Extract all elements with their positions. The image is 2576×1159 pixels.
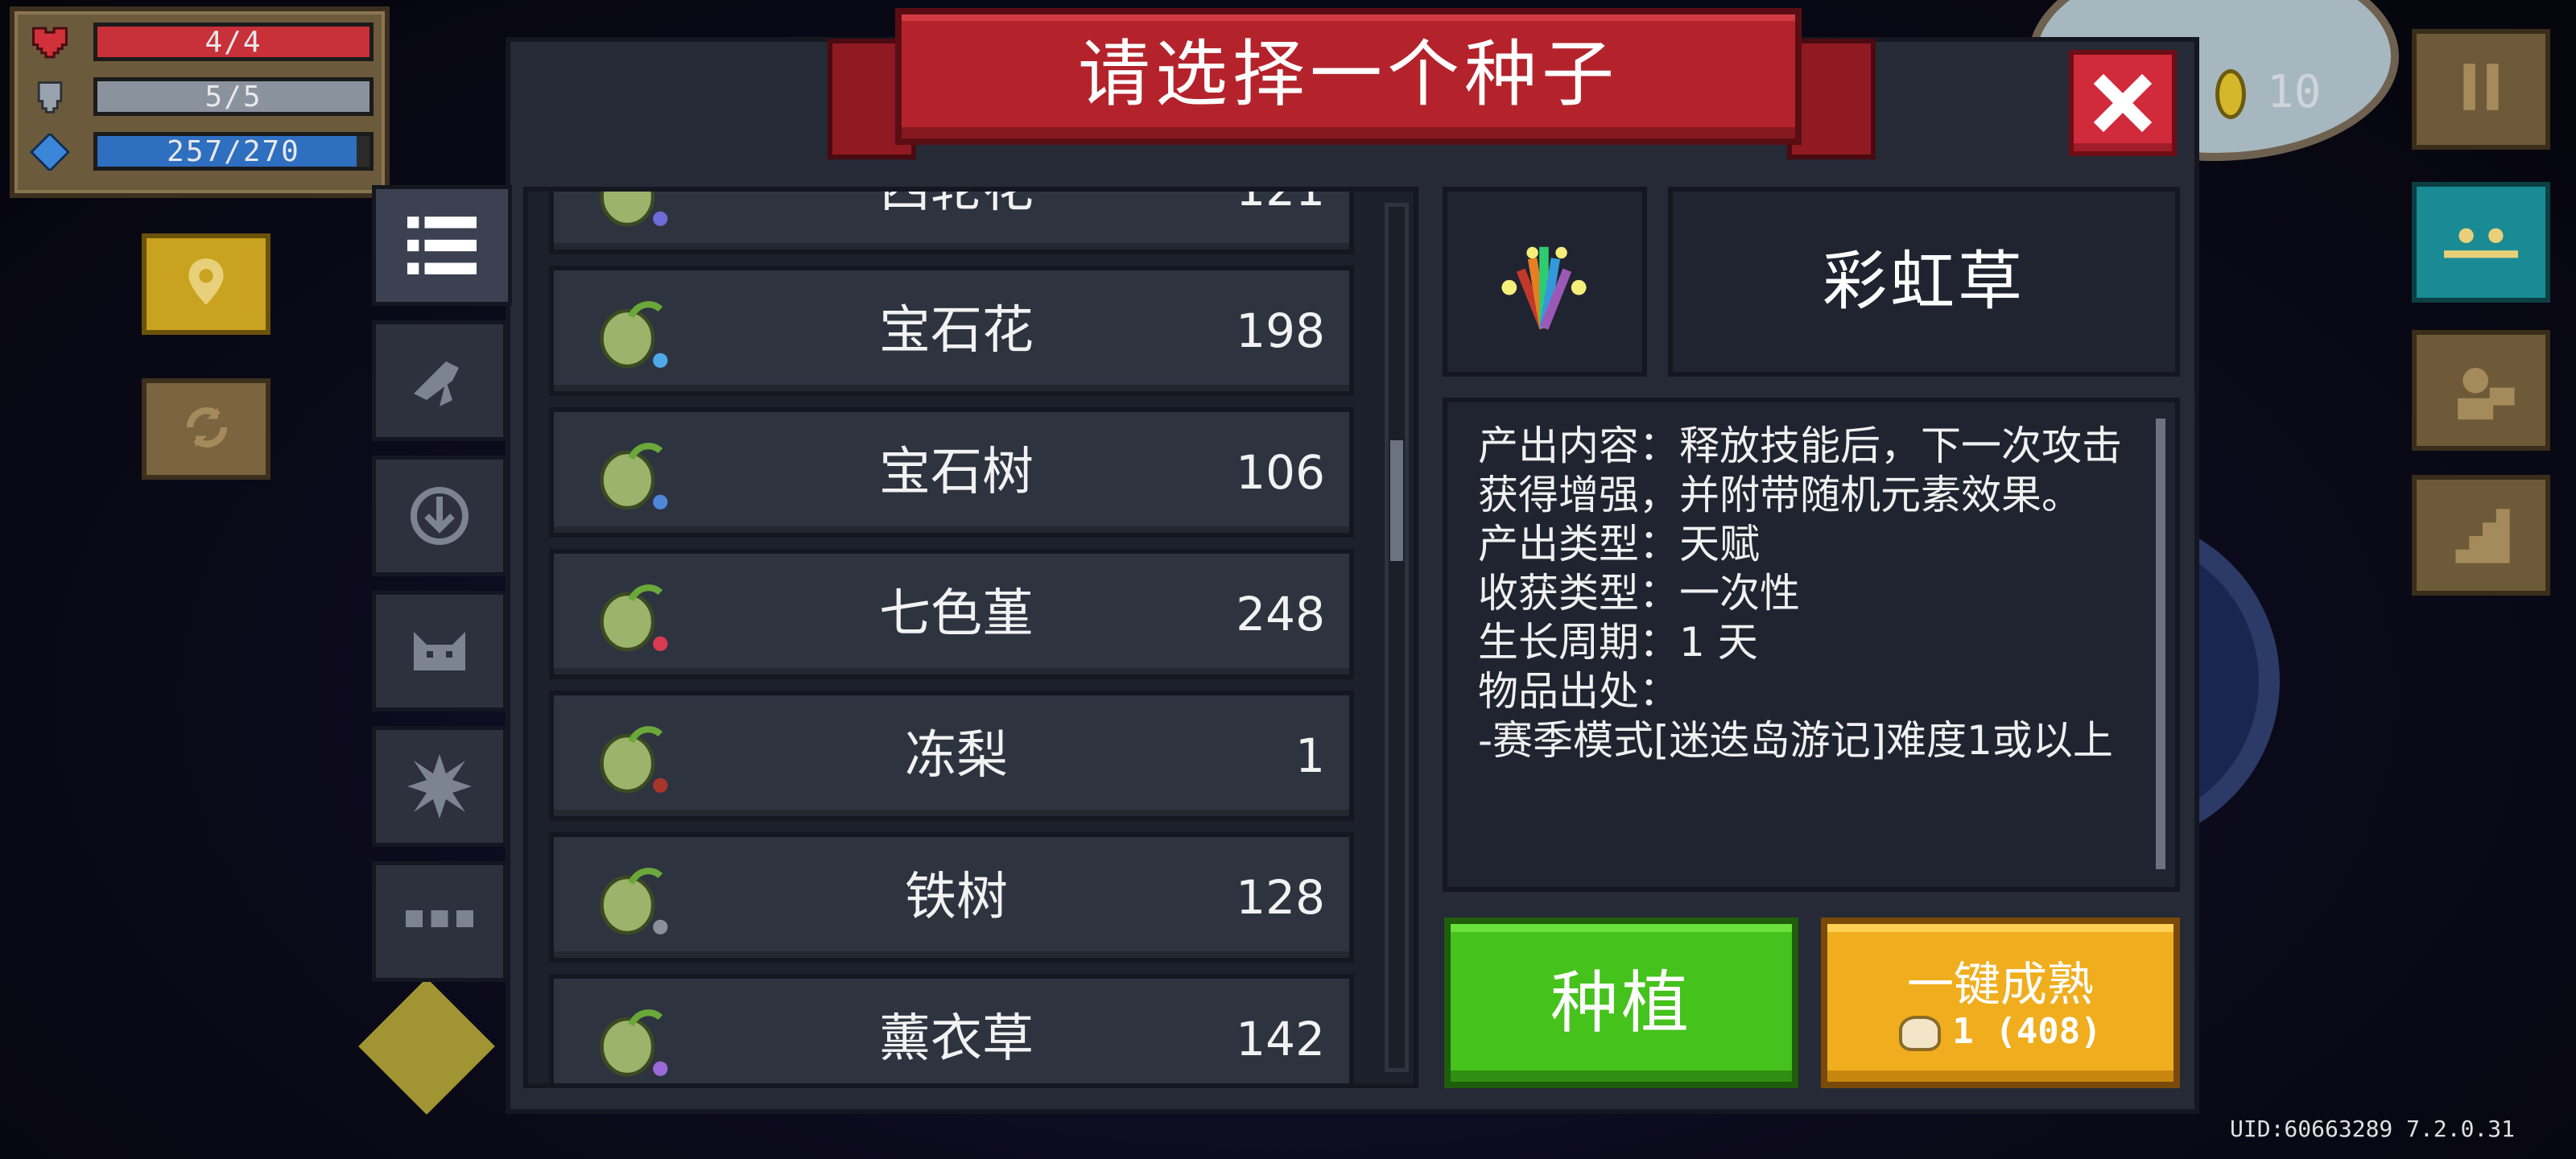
seed-row[interactable]: 西轮花 121 (549, 187, 1354, 254)
selected-seed-name: 彩虹草 (1823, 244, 2025, 319)
seed-icon (600, 301, 668, 369)
rainbow-grass-icon (1501, 246, 1587, 330)
tab-more[interactable] (372, 861, 507, 982)
dialog-title: 请选择一个种子 (1078, 32, 1619, 117)
shield-icon (37, 81, 63, 113)
selected-seed-title-box: 彩虹草 (1668, 187, 2180, 377)
shield-arrow-icon (411, 487, 469, 545)
seed-row[interactable]: 宝石树 106 (549, 407, 1354, 538)
seed-row[interactable]: 冻梨 1 (549, 691, 1354, 821)
seed-count: 1 (1295, 728, 1325, 783)
description-scrollbar[interactable] (2156, 419, 2165, 869)
refresh-button[interactable] (142, 378, 270, 480)
energy-text: 257/270 (167, 135, 300, 168)
seed-name: 铁树 (905, 868, 1008, 927)
tab-shield-arrow[interactable] (372, 456, 507, 576)
seed-row[interactable]: 宝石花 198 (549, 266, 1354, 396)
seed-name: 七色堇 (879, 584, 1034, 644)
pause-button[interactable] (2412, 29, 2550, 150)
seed-name: 宝石树 (879, 443, 1034, 502)
plant-button[interactable]: 种植 (1444, 918, 1798, 1088)
coin-count: 10 (2267, 66, 2322, 118)
instant-ripen-button[interactable]: 一键成熟 1 (408) (1821, 918, 2180, 1088)
hp-bar: 4/4 (93, 23, 374, 61)
seed-count: 248 (1236, 587, 1325, 641)
selected-seed-icon-box (1443, 187, 1647, 377)
background-star (358, 978, 495, 1115)
armor-row: 5/5 (27, 74, 375, 119)
seed-count: 121 (1236, 187, 1325, 217)
uid-version-text: UID:60663289 7.2.0.31 (2230, 1116, 2516, 1142)
burst-icon (407, 754, 472, 819)
armor-text: 5/5 (204, 80, 262, 113)
cat-icon (414, 632, 465, 670)
seed-icon (600, 726, 668, 794)
seed-icon (600, 443, 668, 510)
seed-row[interactable]: 薰衣草 142 (549, 974, 1354, 1083)
seed-list[interactable]: 西轮花 121 宝石花 198 宝石树 106 七色堇 248 冻梨 1 铁树 128 薰衣草 142 (523, 187, 1418, 1088)
profile-button[interactable] (2412, 330, 2550, 451)
stairs-icon (2455, 509, 2510, 563)
hp-text: 4/4 (204, 26, 262, 59)
instant-ripen-cost-text: 1 (408) (1952, 1011, 2102, 1052)
seed-list-scrollbar[interactable] (1385, 203, 1409, 1072)
seed-name: 冻梨 (905, 726, 1008, 786)
refresh-icon (186, 407, 228, 448)
seed-count: 128 (1236, 870, 1325, 925)
energy-crystal-icon (30, 134, 70, 171)
seed-row[interactable]: 七色堇 248 (549, 549, 1354, 679)
seed-icon (600, 192, 668, 227)
fertilizer-bag-icon (1899, 1016, 1942, 1051)
activity-icon (2444, 228, 2518, 258)
tab-skill[interactable] (372, 726, 507, 847)
seed-name: 宝石花 (879, 301, 1034, 361)
more-icon (406, 910, 473, 927)
seed-name: 西轮花 (879, 187, 1034, 219)
tab-pet[interactable] (372, 591, 507, 711)
hp-row: 4/4 (27, 19, 375, 64)
plant-button-label: 种植 (1550, 963, 1692, 1042)
profile-icon (2458, 367, 2515, 420)
map-marker-icon (188, 258, 224, 305)
map-marker-button[interactable] (142, 233, 270, 335)
dialog-title-banner: 请选择一个种子 (895, 8, 1802, 145)
seed-icon (600, 584, 668, 652)
heart-icon (32, 27, 68, 59)
instant-ripen-cost: 1 (408) (1827, 1011, 2174, 1052)
tab-weapon[interactable] (372, 320, 507, 441)
energy-bar: 257/270 (93, 132, 374, 171)
instant-ripen-label: 一键成熟 (1906, 957, 2094, 1012)
seed-count: 142 (1236, 1012, 1325, 1066)
selected-seed-description-box[interactable]: 产出内容：释放技能后，下一次攻击获得增强，并附带随机元素效果。 产出类型：天赋 … (1443, 398, 2180, 892)
close-icon (2093, 73, 2153, 133)
energy-row: 257/270 (27, 129, 375, 174)
armor-bar: 5/5 (93, 77, 374, 116)
player-stats: 4/4 5/5 257/270 (10, 6, 390, 198)
seed-count: 106 (1236, 445, 1325, 500)
activity-button[interactable] (2412, 182, 2550, 303)
list-icon (407, 217, 477, 274)
seed-icon (600, 1009, 668, 1077)
seed-count: 198 (1236, 303, 1325, 358)
seed-row[interactable]: 铁树 128 (549, 832, 1354, 963)
upgrade-button[interactable] (2412, 475, 2550, 596)
close-button[interactable] (2069, 50, 2177, 156)
seed-icon (600, 868, 668, 935)
pause-icon (2463, 64, 2499, 110)
weapon-icon (414, 361, 459, 406)
coin-icon (2215, 69, 2246, 119)
scrollbar-thumb[interactable] (1390, 440, 1403, 561)
tab-list[interactable] (372, 185, 512, 306)
selected-seed-description: 产出内容：释放技能后，下一次攻击获得增强，并附带随机元素效果。 产出类型：天赋 … (1478, 423, 2122, 764)
seed-name: 薰衣草 (879, 1009, 1034, 1069)
